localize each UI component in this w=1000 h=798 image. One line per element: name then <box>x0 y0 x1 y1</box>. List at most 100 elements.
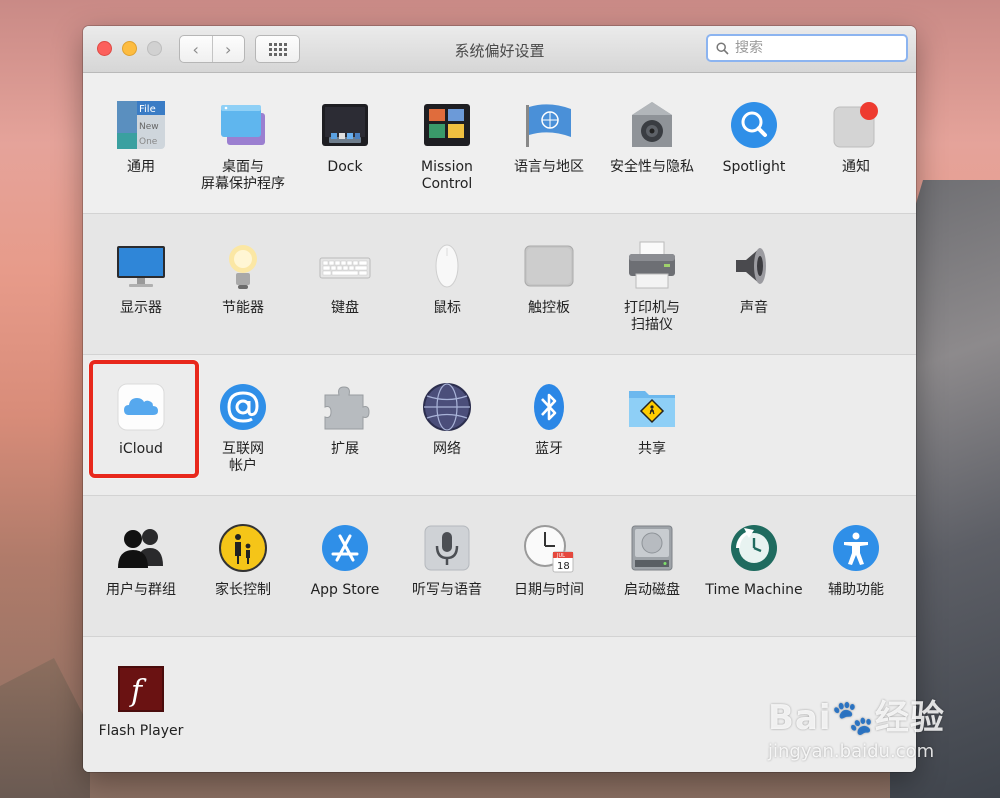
pref-parental-controls[interactable]: 家长控制 <box>192 496 294 636</box>
extensions-icon <box>324 386 370 430</box>
pref-energy-saver[interactable]: 节能器 <box>192 214 294 354</box>
sharing-icon <box>629 391 675 427</box>
pref-spotlight[interactable]: Spotlight <box>703 73 805 213</box>
pref-keyboard[interactable]: 键盘 <box>294 214 396 354</box>
pref-label: 通知 <box>842 159 870 175</box>
notifications-icon <box>833 102 878 148</box>
pref-label: Dock <box>327 159 363 175</box>
watermark-main: Bai🐾经验 <box>768 698 945 738</box>
pref-printers-scanners[interactable]: 打印机与 扫描仪 <box>601 214 703 354</box>
svg-text:New: New <box>139 122 159 132</box>
pref-label: 声音 <box>740 300 768 316</box>
watermark-url: jingyan.baidu.com <box>768 741 935 762</box>
spotlight-icon <box>731 102 777 148</box>
pref-label: 键盘 <box>331 300 359 316</box>
trackpad-icon <box>524 245 574 287</box>
system-preferences-window: ‹ › 系统偏好设置 File <box>83 26 916 772</box>
pref-users-groups[interactable]: 用户与群组 <box>90 496 192 636</box>
baidu-watermark: Bai🐾经验 jingyan.baidu.com <box>768 690 968 780</box>
search-input[interactable] <box>735 40 895 56</box>
wallpaper-rock <box>0 658 90 798</box>
pref-flash-player[interactable]: f Flash Player <box>90 637 192 772</box>
pref-notifications[interactable]: 通知 <box>805 73 907 213</box>
pref-label: 通用 <box>127 159 155 175</box>
pref-security-privacy[interactable]: 安全性与隐私 <box>601 73 703 213</box>
pref-label: 打印机与 扫描仪 <box>624 300 680 333</box>
pref-label: 扩展 <box>331 441 359 457</box>
pref-label: Spotlight <box>722 159 786 175</box>
desktop-screensaver-icon <box>221 105 265 145</box>
startup-disk-icon <box>631 525 673 571</box>
section-personal: File New One 通用 桌面与 屏幕保护程序 Dock Mission … <box>83 73 916 214</box>
displays-icon <box>117 246 165 287</box>
dock-icon <box>322 104 368 146</box>
pref-desktop-screensaver[interactable]: 桌面与 屏幕保护程序 <box>192 73 294 213</box>
pref-label: Time Machine <box>705 582 803 598</box>
security-privacy-icon <box>632 102 672 147</box>
mission-control-icon <box>424 104 470 146</box>
pref-startup-disk[interactable]: 启动磁盘 <box>601 496 703 636</box>
pref-label: 桌面与 屏幕保护程序 <box>201 159 285 192</box>
time-machine-icon <box>731 525 777 571</box>
section-internet-wireless: iCloud 互联网 帐户 扩展 网络 蓝牙 共享 <box>83 355 916 496</box>
pref-bluetooth[interactable]: 蓝牙 <box>498 355 600 495</box>
pref-network[interactable]: 网络 <box>396 355 498 495</box>
network-icon <box>423 383 471 431</box>
pref-trackpad[interactable]: 触控板 <box>498 214 600 354</box>
svg-text:One: One <box>139 137 158 147</box>
parental-controls-icon <box>219 524 267 572</box>
sound-icon <box>736 248 766 284</box>
pref-label: App Store <box>310 582 380 598</box>
pref-label: 家长控制 <box>215 582 271 598</box>
pref-dictation-speech[interactable]: 听写与语音 <box>396 496 498 636</box>
printers-scanners-icon <box>629 241 675 289</box>
pref-label: 共享 <box>638 441 666 457</box>
pref-label: 日期与时间 <box>514 582 584 598</box>
pref-internet-accounts[interactable]: 互联网 帐户 <box>192 355 294 495</box>
energy-saver-icon <box>229 245 257 289</box>
internet-accounts-icon <box>220 384 266 430</box>
pref-label: Flash Player <box>98 723 184 739</box>
pref-label: 安全性与隐私 <box>610 159 694 175</box>
pref-app-store[interactable]: App Store <box>294 496 396 636</box>
search-icon <box>716 41 729 55</box>
pref-label: 语言与地区 <box>514 159 584 175</box>
mouse-icon <box>435 244 459 288</box>
pref-general[interactable]: File New One 通用 <box>90 73 192 213</box>
svg-text:18: 18 <box>557 561 570 572</box>
pref-label: 网络 <box>433 441 461 457</box>
svg-text:File: File <box>139 104 156 115</box>
pref-sharing[interactable]: 共享 <box>601 355 703 495</box>
pref-dock[interactable]: Dock <box>294 73 396 213</box>
pref-extensions[interactable]: 扩展 <box>294 355 396 495</box>
bluetooth-icon <box>534 384 564 430</box>
accessibility-icon <box>833 525 879 571</box>
pref-displays[interactable]: 显示器 <box>90 214 192 354</box>
search-field[interactable] <box>706 34 908 62</box>
users-groups-icon <box>118 529 163 568</box>
pref-label: 辅助功能 <box>828 582 884 598</box>
pref-time-machine[interactable]: Time Machine <box>703 496 805 636</box>
general-icon: File New One <box>117 101 165 149</box>
keyboard-icon <box>319 257 371 279</box>
pref-label: 鼠标 <box>433 300 461 316</box>
pref-accessibility[interactable]: 辅助功能 <box>805 496 907 636</box>
pref-label: Mission Control <box>421 159 473 192</box>
pref-label: 听写与语音 <box>412 582 482 598</box>
section-system: 用户与群组 家长控制 App Store 听写与语音 JUL 18 日期与时间 … <box>83 496 916 637</box>
pref-date-time[interactable]: JUL 18 日期与时间 <box>498 496 600 636</box>
pref-label: 用户与群组 <box>106 582 176 598</box>
pref-language-region[interactable]: 语言与地区 <box>498 73 600 213</box>
flash-player-icon: f <box>118 666 164 712</box>
pref-mouse[interactable]: 鼠标 <box>396 214 498 354</box>
pref-sound[interactable]: 声音 <box>703 214 805 354</box>
date-time-icon: JUL 18 <box>524 525 574 573</box>
pref-label: 启动磁盘 <box>624 582 680 598</box>
pref-mission-control[interactable]: Mission Control <box>396 73 498 213</box>
pref-label: 节能器 <box>222 300 264 316</box>
dictation-speech-icon <box>424 525 470 571</box>
app-store-icon <box>322 525 368 571</box>
icloud-highlight-box <box>89 360 199 478</box>
pref-label: 显示器 <box>120 300 162 316</box>
pref-label: 触控板 <box>528 300 570 316</box>
